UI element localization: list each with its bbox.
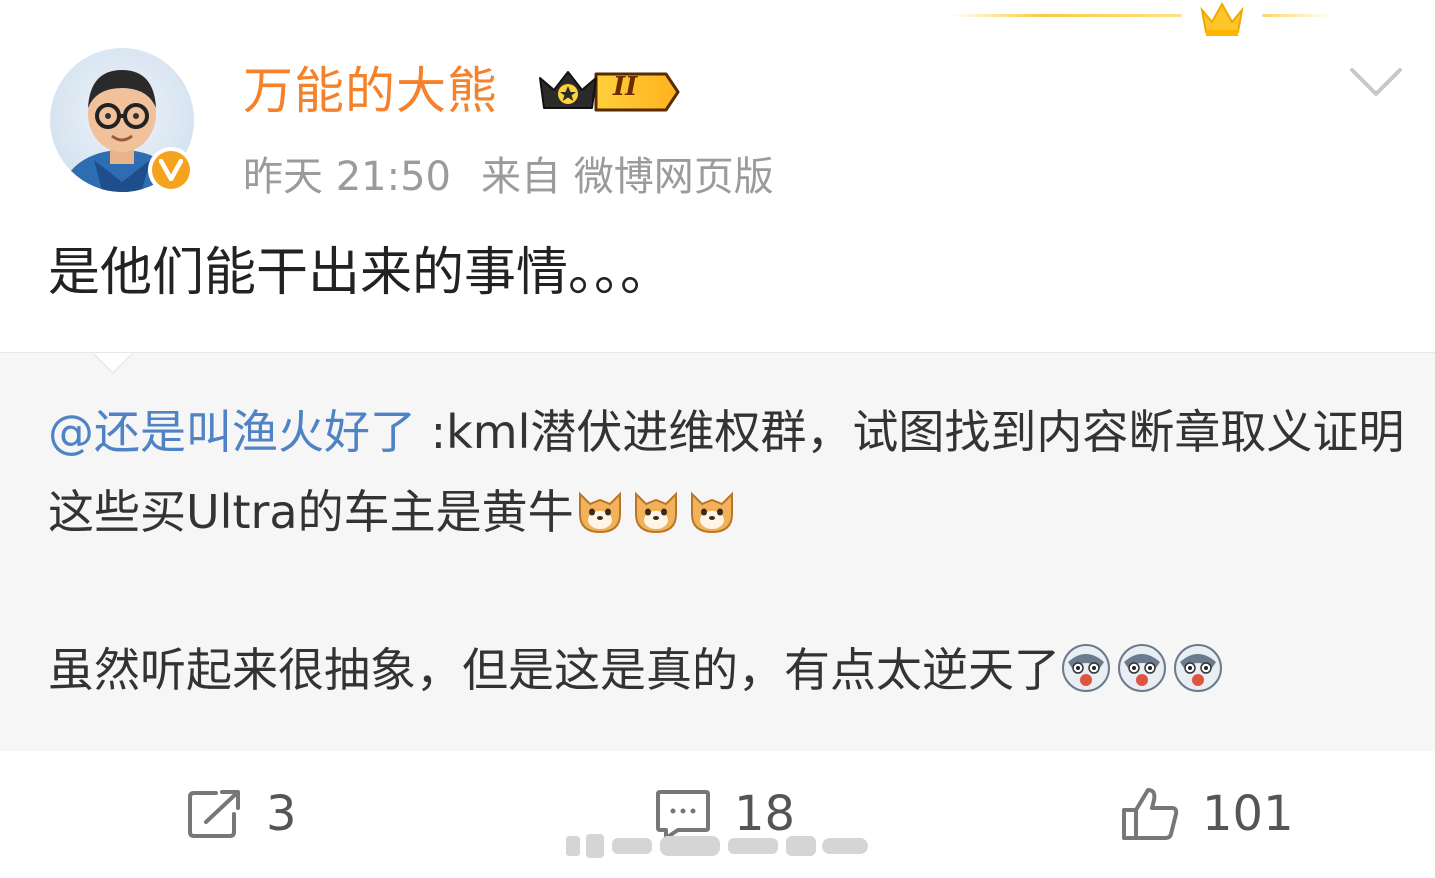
vip-decoration-line-left	[950, 14, 1182, 17]
chevron-down-icon[interactable]	[1348, 64, 1404, 102]
repost-button[interactable]: 3	[186, 786, 297, 842]
doge-icon	[690, 491, 733, 534]
vip-level-badge-icon[interactable]	[536, 66, 682, 118]
like-button[interactable]: 101	[1120, 786, 1294, 842]
post-source[interactable]: 来自 微博网页版	[481, 154, 774, 200]
thumbs-up-icon	[1122, 788, 1179, 840]
post-time: 昨天 21:50	[243, 154, 451, 200]
author-name[interactable]: 万能的大熊	[243, 58, 498, 124]
husky-icon	[1062, 644, 1110, 692]
vip-decoration-line-right	[1262, 14, 1332, 17]
husky-icon	[1174, 644, 1222, 692]
repost-notch	[93, 352, 133, 375]
repost-line2-text: 虽然听起来很抽象，但是这是真的，有点太逆天了	[48, 643, 1060, 697]
crown-decoration-icon	[1200, 1, 1244, 36]
repost-count: 3	[266, 786, 297, 842]
repost-text: @还是叫渔火好了 :kml潜伏进维权群，试图找到内容断章取义证明这些买Ultra…	[48, 392, 1408, 710]
share-icon	[188, 790, 240, 838]
repost-line-2: 虽然听起来很抽象，但是这是真的，有点太逆天了	[48, 630, 1408, 710]
watermark	[560, 834, 875, 858]
mention-link[interactable]: @还是叫渔火好了	[48, 405, 416, 459]
doge-icon	[578, 491, 621, 534]
vip-level-label: II	[613, 72, 638, 102]
like-count: 101	[1202, 786, 1294, 842]
post-text: 是他们能干出来的事情。。。	[48, 243, 673, 303]
husky-icon	[1118, 644, 1166, 692]
doge-icon	[634, 491, 677, 534]
verified-badge-icon	[148, 147, 194, 193]
repost-line-1: @还是叫渔火好了 :kml潜伏进维权群，试图找到内容断章取义证明这些买Ultra…	[48, 392, 1408, 552]
post-meta: 昨天 21:50 来自 微博网页版	[243, 150, 804, 204]
